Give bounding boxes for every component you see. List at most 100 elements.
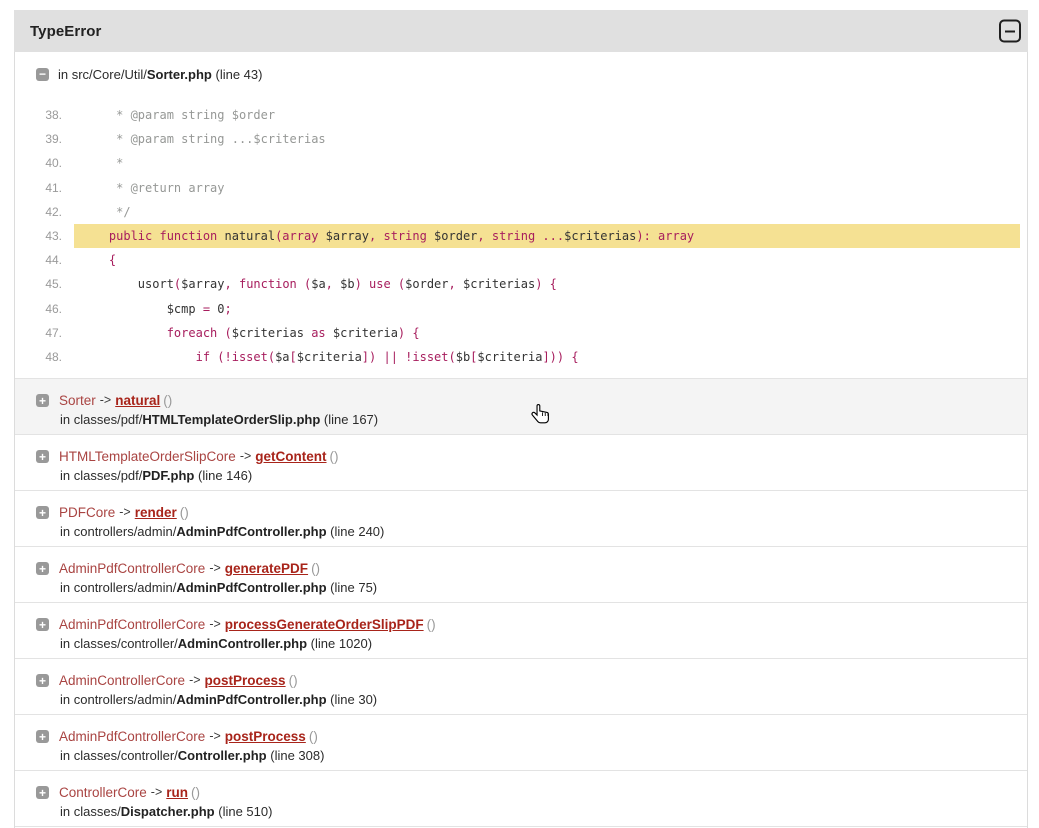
code-token: public function — [109, 229, 225, 243]
line-code: { — [74, 248, 1020, 272]
trace-method-link[interactable]: getContent — [255, 447, 326, 466]
trace-entry[interactable]: + PDFCore -> render () in controllers/ad… — [15, 491, 1027, 547]
trace-arrow: -> — [209, 615, 220, 634]
code-token: $criteria — [477, 350, 542, 364]
trace-location-line: in controllers/admin/AdminPdfController.… — [15, 578, 1027, 597]
expand-entry-icon[interactable]: + — [36, 394, 49, 407]
code-line: 40. * — [15, 151, 1027, 175]
minus-icon — [1005, 30, 1015, 32]
trace-class-link[interactable]: AdminControllerCore — [59, 671, 185, 690]
trace-entry[interactable]: + AdminPdfControllerCore -> postProcess … — [15, 715, 1027, 771]
expand-entry-icon[interactable]: + — [36, 562, 49, 575]
code-token: ) { — [398, 326, 420, 340]
expand-entry-icon[interactable]: + — [36, 618, 49, 631]
trace-method-link[interactable]: postProcess — [225, 727, 306, 746]
code-line: 38. * @param string $order — [15, 103, 1027, 127]
expand-entry-icon[interactable]: + — [36, 730, 49, 743]
trace-entry[interactable]: + AdminPdfControllerCore -> generatePDF … — [15, 547, 1027, 603]
exception-line-info: (line 43) — [212, 67, 263, 82]
trace-location-prefix: in classes/controller/ — [60, 636, 178, 651]
trace-method-link[interactable]: processGenerateOrderSlipPDF — [225, 615, 424, 634]
trace-file-name: AdminPdfController.php — [176, 524, 326, 539]
exception-file-name: Sorter.php — [147, 67, 212, 82]
line-number: 41. — [15, 176, 62, 200]
trace-method-link[interactable]: natural — [115, 391, 160, 410]
code-token: [ — [290, 350, 297, 364]
trace-entry[interactable]: + ControllerCore -> run () in classes/Di… — [15, 771, 1027, 827]
trace-class-link[interactable]: AdminPdfControllerCore — [59, 615, 205, 634]
trace-entry[interactable]: + AdminControllerCore -> postProcess () … — [15, 659, 1027, 715]
trace-location-line: in controllers/admin/AdminPdfController.… — [15, 522, 1027, 541]
code-token: $criteria — [333, 326, 398, 340]
trace-class-link[interactable]: AdminPdfControllerCore — [59, 559, 205, 578]
line-code: foreach ($criterias as $criteria) { — [74, 321, 1020, 345]
code-token: $order — [434, 229, 477, 243]
trace-call-line: + ControllerCore -> run () — [15, 783, 1027, 802]
trace-class-link[interactable]: ControllerCore — [59, 783, 147, 802]
trace-arrow: -> — [119, 503, 130, 522]
code-token: as — [304, 326, 333, 340]
trace-class-link[interactable]: PDFCore — [59, 503, 115, 522]
code-token: , function ( — [225, 277, 312, 291]
trace-location-line: in classes/controller/AdminController.ph… — [15, 634, 1027, 653]
code-token: $criterias — [463, 277, 535, 291]
collapse-code-icon[interactable]: − — [36, 68, 49, 81]
trace-entry[interactable]: + AdminPdfControllerCore -> processGener… — [15, 603, 1027, 659]
trace-args: () — [330, 447, 339, 466]
trace-class-link[interactable]: Sorter — [59, 391, 96, 410]
trace-method-link[interactable]: run — [166, 783, 188, 802]
trace-location-prefix: in controllers/admin/ — [60, 580, 176, 595]
trace-args: () — [311, 559, 320, 578]
code-token: 0 — [217, 302, 224, 316]
trace-file-name: AdminPdfController.php — [176, 580, 326, 595]
line-code: if (!isset($a[$criteria]) || !isset($b[$… — [74, 345, 1020, 369]
code-token: $criteria — [297, 350, 362, 364]
trace-entry[interactable]: + HTMLTemplateOrderSlipCore -> getConten… — [15, 435, 1027, 491]
collapse-panel-button[interactable] — [999, 20, 1021, 43]
code-token: = — [203, 302, 217, 316]
trace-method-link[interactable]: postProcess — [205, 671, 286, 690]
line-code: * — [74, 151, 1020, 175]
trace-args: () — [163, 391, 172, 410]
expand-entry-icon[interactable]: + — [36, 450, 49, 463]
code-token: usort — [80, 277, 174, 291]
expand-entry-icon[interactable]: + — [36, 674, 49, 687]
code-token: ])) { — [542, 350, 578, 364]
line-code: * @return array — [74, 176, 1020, 200]
code-token: ]) || !isset( — [362, 350, 456, 364]
line-number: 39. — [15, 127, 62, 151]
expand-entry-icon[interactable]: + — [36, 506, 49, 519]
line-code: usort($array, function ($a, $b) use ($or… — [74, 272, 1020, 296]
line-number: 46. — [15, 297, 62, 321]
trace-file-name: PDF.php — [142, 468, 194, 483]
trace-method-link[interactable]: render — [135, 503, 177, 522]
code-token: ) { — [535, 277, 557, 291]
code-token: * @return array — [80, 181, 225, 195]
line-number: 43. — [15, 224, 62, 248]
exception-panel: TypeError − in src/Core/Util/Sorter.php … — [14, 10, 1028, 828]
trace-args: () — [191, 783, 200, 802]
trace-class-link[interactable]: HTMLTemplateOrderSlipCore — [59, 447, 236, 466]
code-token: $criterias — [232, 326, 304, 340]
trace-entry[interactable]: + Sorter -> natural () in classes/pdf/HT… — [15, 379, 1027, 435]
stack-trace-list: + Sorter -> natural () in classes/pdf/HT… — [15, 378, 1027, 827]
exception-location-text: in src/Core/Util/Sorter.php (line 43) — [58, 67, 262, 82]
trace-file-name: AdminPdfController.php — [176, 692, 326, 707]
trace-arrow: -> — [189, 671, 200, 690]
exception-panel-header: TypeError — [14, 10, 1028, 52]
line-code: $cmp = 0; — [74, 297, 1020, 321]
exception-panel-body: − in src/Core/Util/Sorter.php (line 43) … — [14, 52, 1028, 828]
trace-line-info: (line 75) — [327, 580, 378, 595]
trace-class-link[interactable]: AdminPdfControllerCore — [59, 727, 205, 746]
expand-entry-icon[interactable]: + — [36, 786, 49, 799]
trace-file-name: AdminController.php — [178, 636, 307, 651]
code-token: , string ... — [477, 229, 564, 243]
trace-arrow: -> — [209, 727, 220, 746]
code-token — [80, 229, 109, 243]
trace-args: () — [309, 727, 318, 746]
code-token: { — [109, 253, 116, 267]
trace-method-link[interactable]: generatePDF — [225, 559, 308, 578]
trace-args: () — [289, 671, 298, 690]
line-number: 38. — [15, 103, 62, 127]
trace-location-prefix: in classes/pdf/ — [60, 412, 142, 427]
